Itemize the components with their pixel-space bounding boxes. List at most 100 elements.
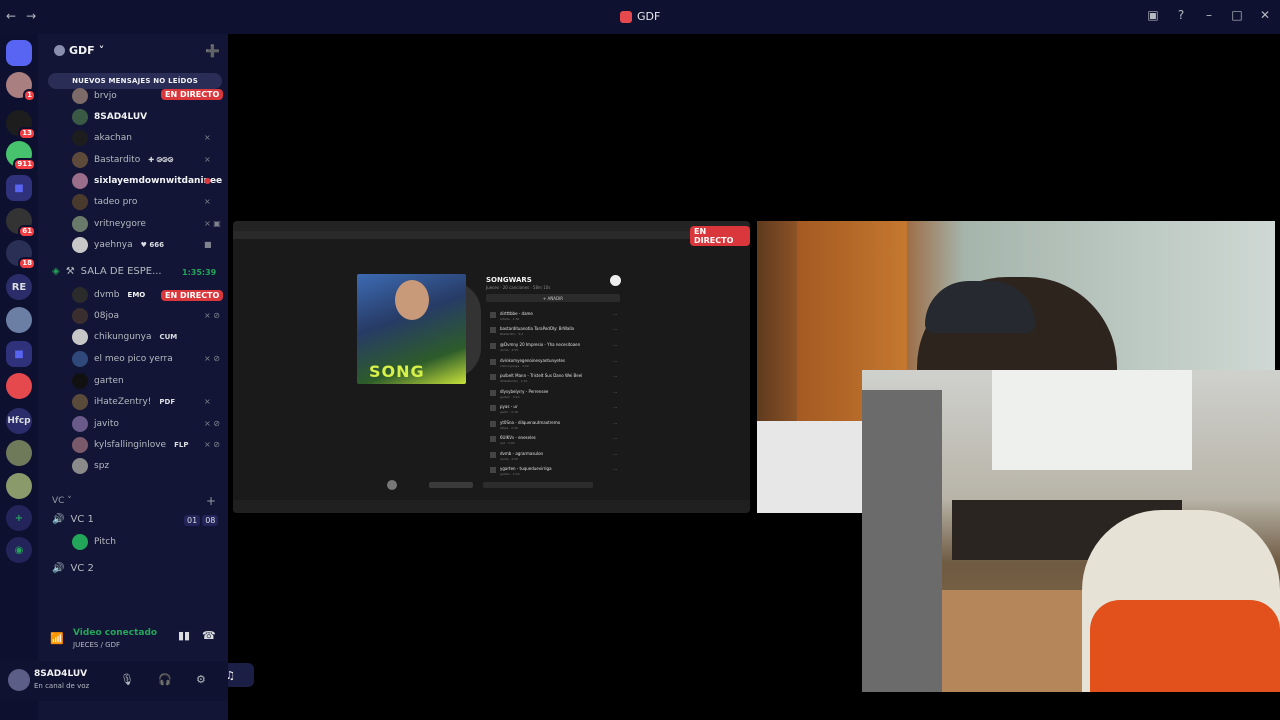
server-hfcp[interactable]: Hfcp xyxy=(6,408,32,434)
avatar xyxy=(72,394,88,410)
voice-member[interactable]: kylsfallinginlove FLP xyxy=(72,436,188,454)
forward-arrow-icon[interactable]: → xyxy=(26,9,36,23)
voice-member[interactable]: dvmb EMO xyxy=(72,286,145,304)
close-button[interactable]: ✕ xyxy=(1258,8,1272,22)
voice-member[interactable]: spz xyxy=(72,457,109,475)
member-name: 8SAD4LUV xyxy=(94,112,148,122)
track-artist: dvmb · 2:50 xyxy=(500,457,519,461)
username[interactable]: 8SAD4LUV xyxy=(34,669,87,679)
server-icon[interactable] xyxy=(6,307,32,333)
server-icon[interactable]: 18 xyxy=(6,240,36,270)
headset-icon[interactable]: 🎧 xyxy=(158,673,172,686)
avatar[interactable] xyxy=(8,669,30,691)
minimize-button[interactable]: – xyxy=(1202,8,1216,22)
voice-channel-vc1[interactable]: 🔊 VC 1 xyxy=(52,514,94,525)
create-channel-icon[interactable]: + xyxy=(206,494,216,508)
discover-icon[interactable]: ◉ xyxy=(6,537,32,563)
voice-channel-sala[interactable]: ◈ ⚒ SALA DE ESPE... xyxy=(52,266,162,277)
voice-member[interactable]: iHateZentry! PDF xyxy=(72,393,175,411)
orange-shirt xyxy=(1090,600,1280,692)
voice-member[interactable]: el meo pico yerra xyxy=(72,350,173,368)
server-icon[interactable] xyxy=(6,473,32,499)
member-tag: EMO xyxy=(127,291,146,299)
voice-member[interactable]: Bastardito ✚ ⧁⧁⧁ xyxy=(72,151,173,169)
member-name: 08joa xyxy=(94,311,119,321)
server-icon[interactable] xyxy=(6,440,32,466)
server-icon[interactable] xyxy=(6,373,32,399)
member-name: vritneygore xyxy=(94,219,146,229)
voice-member[interactable]: tadeo pro xyxy=(72,193,137,211)
voice-member[interactable]: javito xyxy=(72,415,119,433)
track-row: dlysybelyrry - Perrensee garten · 3:10... xyxy=(490,389,620,402)
track-artist: spz · 3:04 xyxy=(500,441,515,445)
track-row: dvmb - agrarmasulon dvmb · 2:50... xyxy=(490,451,620,464)
track-menu: ... xyxy=(613,342,617,347)
cover-art xyxy=(395,280,429,320)
add-server-icon[interactable]: + xyxy=(6,505,32,531)
connection-status[interactable]: Video conectado xyxy=(73,628,157,638)
voice-member[interactable]: sixlayemdownwitdaninee xyxy=(72,172,222,190)
add-member-icon[interactable]: ➕ xyxy=(205,44,220,58)
disconnect-icon[interactable]: ☎ xyxy=(202,629,216,642)
category-vc[interactable]: VC ˅ xyxy=(52,496,72,506)
voice-member[interactable]: Pitch xyxy=(72,533,116,551)
track-title: dvmb - agrarmasulon xyxy=(500,451,544,456)
voice-member[interactable]: 08joa xyxy=(72,307,119,325)
member-tag: PDF xyxy=(159,398,176,406)
album-cover: SONG xyxy=(357,274,466,384)
member-name: spz xyxy=(94,461,110,471)
discord-home-icon[interactable] xyxy=(6,40,32,66)
voice-member[interactable]: akachan xyxy=(72,129,132,147)
folder-icon[interactable]: ■ xyxy=(6,341,32,367)
voice-channel-vc2[interactable]: 🔊 VC 2 xyxy=(52,563,94,574)
microphone-icon[interactable]: 🎙 xyxy=(120,673,134,686)
noise-suppression-icon[interactable]: ▮▮ xyxy=(178,629,190,642)
server-icon[interactable]: 13 xyxy=(6,110,36,140)
screen-share-stream[interactable]: EN DIRECTO SONG SONGWARS Jueces · 20 can… xyxy=(233,221,750,513)
track-artist: garten · 2:33 xyxy=(500,472,520,476)
track-menu: ... xyxy=(613,420,617,425)
muted-icon: ⨯ ⊘ xyxy=(204,419,220,428)
avatar xyxy=(72,216,88,232)
voice-member[interactable]: yaehnya ♥ 666 xyxy=(72,236,164,254)
voice-member[interactable]: chikungunya CUM xyxy=(72,328,177,346)
inbox-icon[interactable]: ▣ xyxy=(1146,8,1160,22)
member-name: iHateZentry! xyxy=(94,397,152,407)
track-icon xyxy=(490,343,496,349)
window-title: GDF xyxy=(620,10,660,23)
server-list: 1 13 911 ■ 61 18 RE ■ Hfcp + ◉ xyxy=(0,34,38,720)
maximize-button[interactable]: □ xyxy=(1230,8,1244,22)
folder-icon[interactable]: ■ xyxy=(6,175,32,201)
muted-icon: ⨯ xyxy=(204,397,211,406)
webcam-stream-2[interactable] xyxy=(862,370,1280,692)
track-menu: ... xyxy=(613,358,617,363)
avatar xyxy=(72,237,88,253)
server-icon[interactable]: 1 xyxy=(6,72,36,102)
track-title: dlysybelyrry - Perrensee xyxy=(500,389,549,394)
live-badge[interactable]: EN DIRECTO xyxy=(161,290,224,301)
voice-member[interactable]: brvjo xyxy=(72,87,117,105)
help-icon[interactable]: ? xyxy=(1174,8,1188,22)
settings-icon[interactable]: ⚙ xyxy=(196,673,206,686)
voice-member[interactable]: 8SAD4LUV xyxy=(72,108,147,126)
voice-member[interactable]: garten xyxy=(72,372,124,390)
person xyxy=(862,390,942,692)
hammer-icon: ⚒ xyxy=(65,266,75,277)
track-row: yt0Sna - dilquenautmaotremo 08joa · 2:40.… xyxy=(490,420,620,433)
live-badge: EN DIRECTO xyxy=(690,226,750,246)
add-button: + AÑADIR xyxy=(486,294,620,302)
member-name: tadeo pro xyxy=(94,197,138,207)
voice-member[interactable]: vritneygore xyxy=(72,215,146,233)
avatar xyxy=(72,351,88,367)
connection-channel[interactable]: JUECES / GDF xyxy=(73,641,120,649)
server-icon[interactable]: 911 xyxy=(6,141,36,171)
server-header[interactable]: GDF ˅ xyxy=(54,44,104,57)
server-re[interactable]: RE xyxy=(6,274,32,300)
back-arrow-icon[interactable]: ← xyxy=(6,9,16,23)
track-menu: ... xyxy=(613,311,617,316)
track-menu: ... xyxy=(613,451,617,456)
server-icon[interactable]: 61 xyxy=(6,208,36,238)
member-name: el meo pico yerra xyxy=(94,354,173,364)
track-row: pulbelt Mann - Tristelt Sus Dano Wei Bee… xyxy=(490,373,620,386)
live-badge[interactable]: EN DIRECTO xyxy=(161,89,224,100)
